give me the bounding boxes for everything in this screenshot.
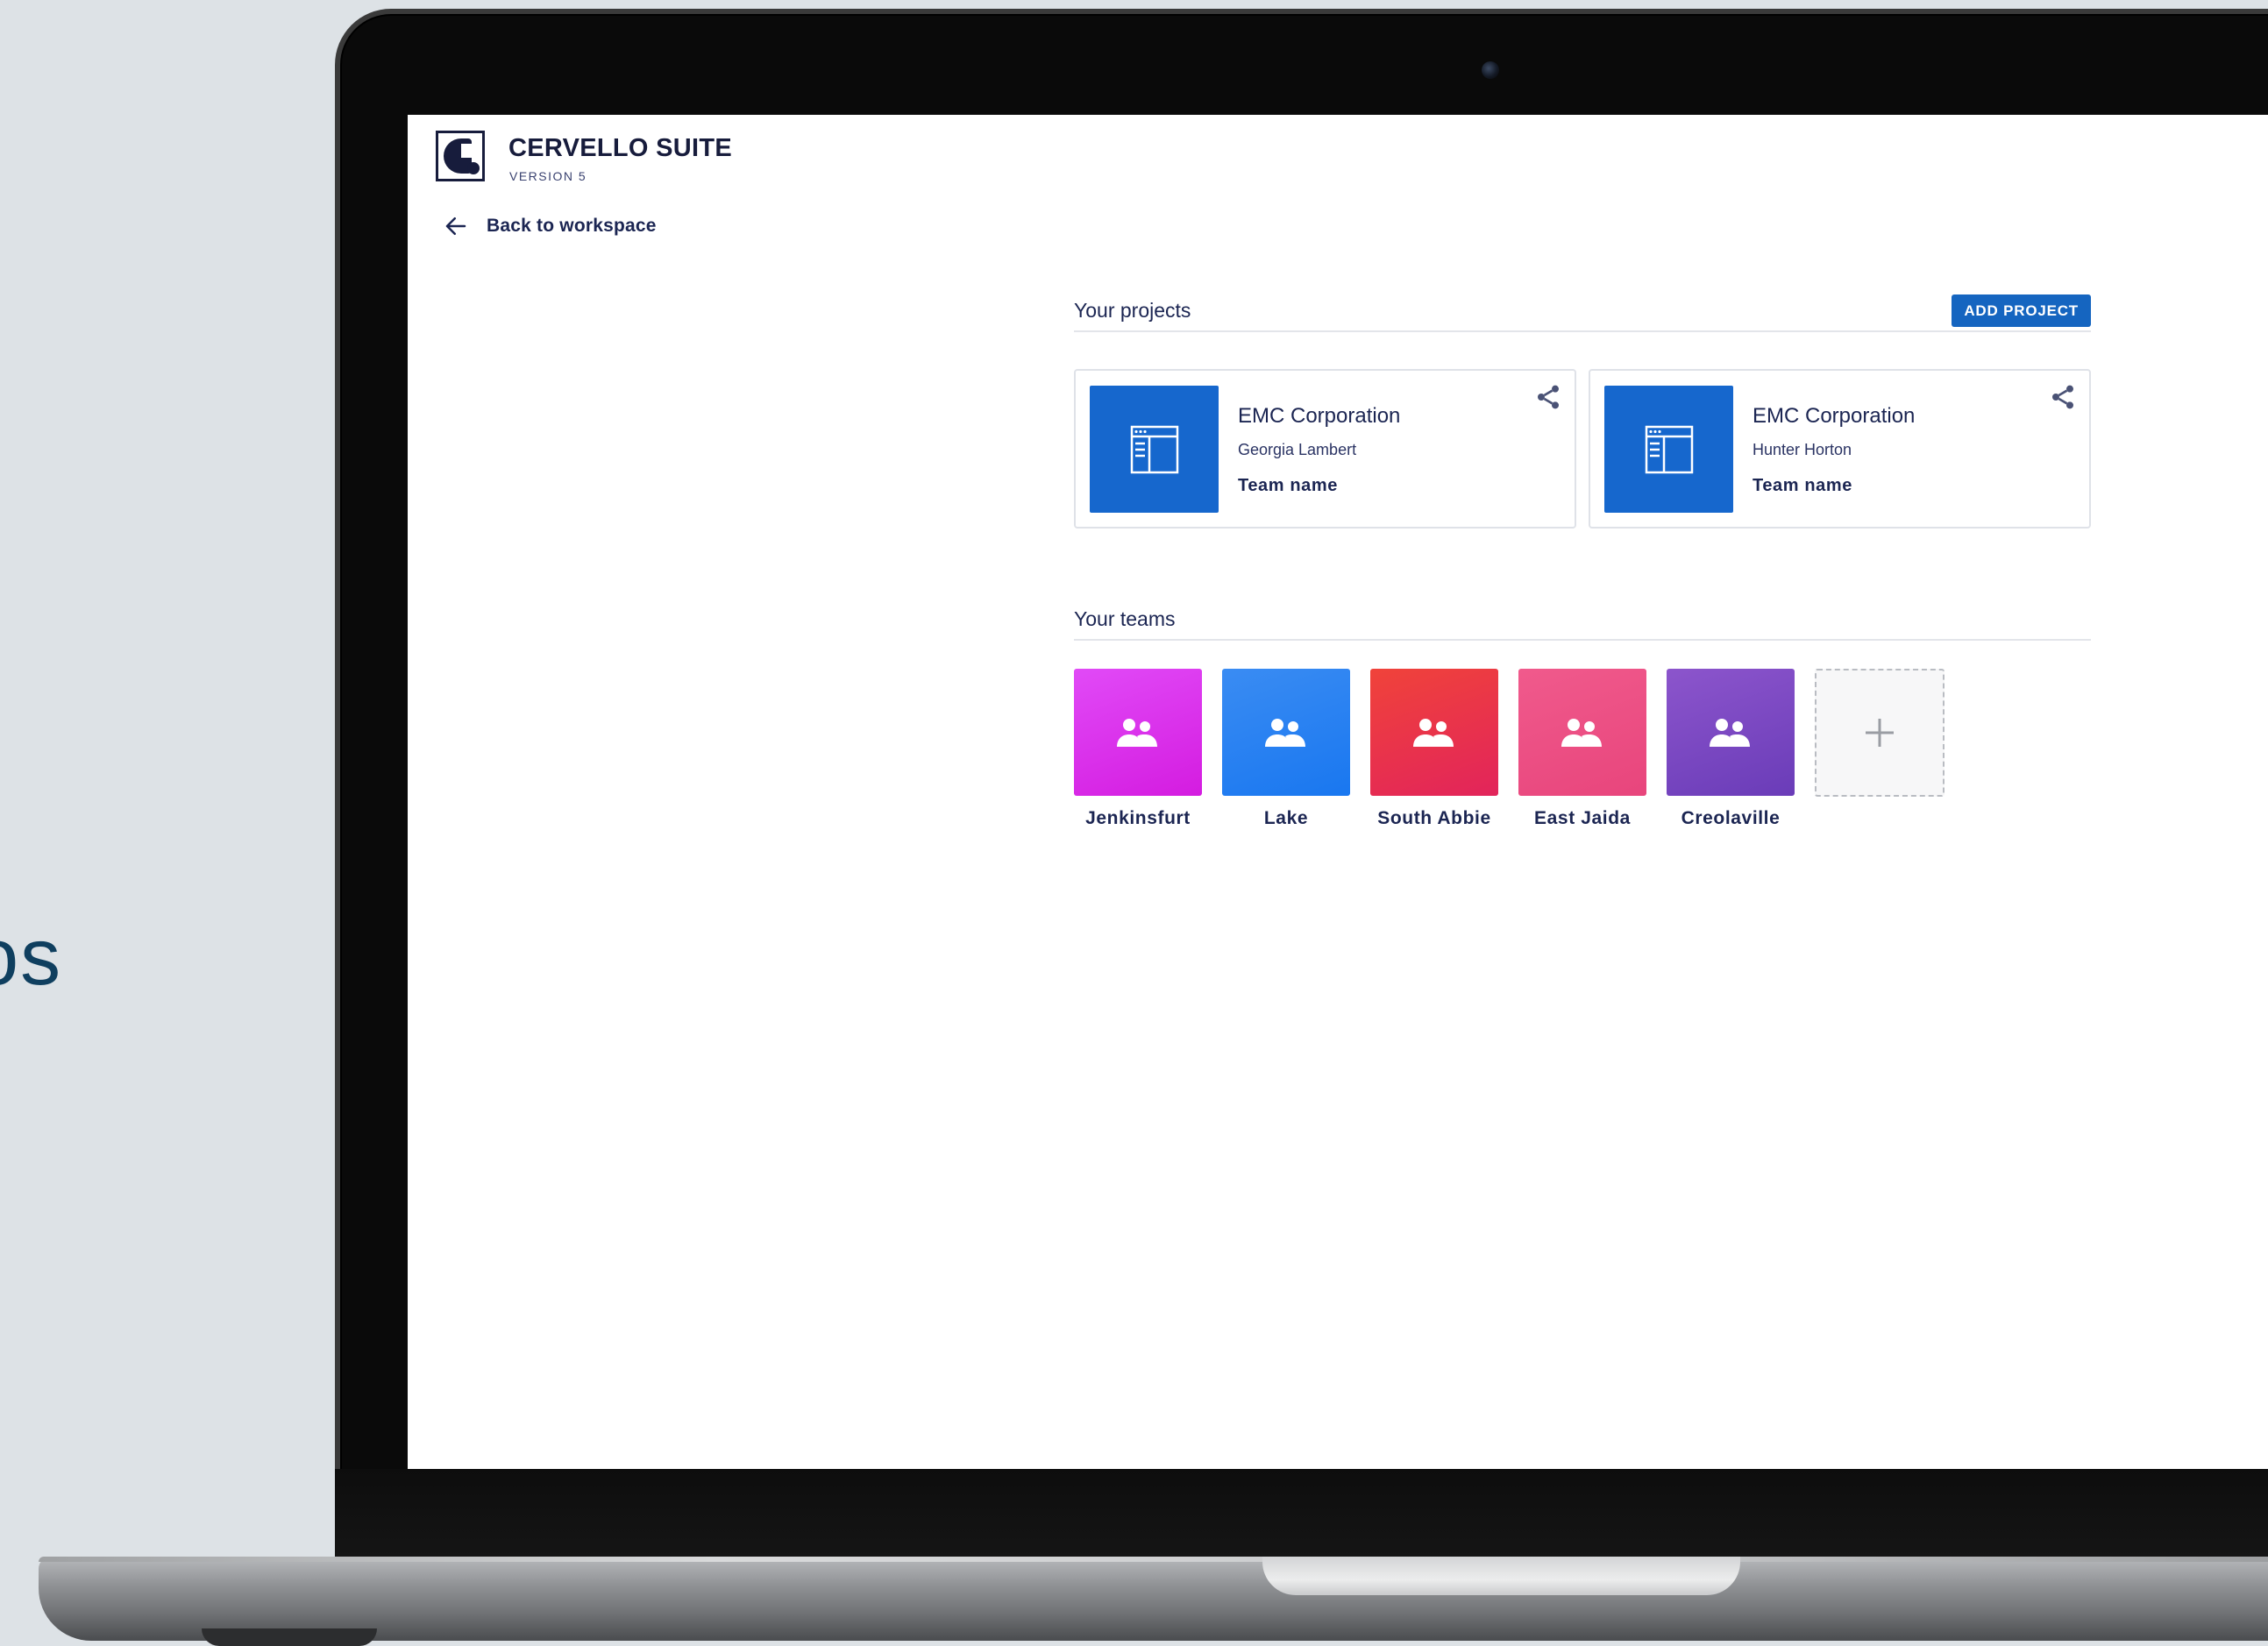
team-tile bbox=[1074, 669, 1202, 796]
team-name: South Abbie bbox=[1377, 808, 1491, 828]
arrow-left-icon bbox=[445, 217, 466, 235]
team-list: Jenkinsfurt Lake South Abbie East Jaida … bbox=[1074, 669, 2091, 829]
project-card[interactable]: EMC Corporation Georgia Lambert Team nam… bbox=[1074, 369, 1576, 529]
share-button[interactable] bbox=[1534, 383, 1562, 411]
main-content: Your projects ADD PROJECT EMC Corporatio… bbox=[1074, 290, 2091, 829]
app-screen: CERVELLO SUITE VERSION 5 Back to workspa… bbox=[408, 115, 2268, 1469]
laptop-bezel bbox=[335, 1469, 2268, 1557]
team-item[interactable]: East Jaida bbox=[1518, 669, 1646, 829]
teams-header: Your teams bbox=[1074, 599, 2091, 641]
layout-window-icon bbox=[1130, 425, 1178, 473]
team-name: East Jaida bbox=[1534, 808, 1631, 828]
team-item[interactable]: Lake bbox=[1222, 669, 1350, 829]
app-version: VERSION 5 bbox=[509, 169, 587, 183]
project-owner: Georgia Lambert bbox=[1238, 441, 1357, 458]
people-icon bbox=[1710, 718, 1750, 747]
add-team-button[interactable] bbox=[1815, 669, 1945, 797]
camera-icon bbox=[1482, 61, 1499, 79]
project-name: EMC Corporation bbox=[1753, 404, 1916, 428]
team-item[interactable]: Jenkinsfurt bbox=[1074, 669, 1202, 829]
team-item[interactable]: Creolaville bbox=[1667, 669, 1795, 829]
people-icon bbox=[1265, 718, 1305, 747]
project-name: EMC Corporation bbox=[1238, 404, 1401, 428]
team-item[interactable]: South Abbie bbox=[1370, 669, 1498, 829]
plus-icon bbox=[1866, 719, 1894, 747]
laptop-foot bbox=[202, 1628, 377, 1646]
project-card[interactable]: EMC Corporation Hunter Horton Team name bbox=[1589, 369, 2091, 529]
team-name: Lake bbox=[1263, 808, 1309, 828]
layout-window-icon bbox=[1645, 425, 1693, 473]
project-team: Team name bbox=[1753, 476, 1852, 495]
back-to-workspace-link[interactable]: Back to workspace bbox=[443, 213, 657, 239]
project-thumbnail bbox=[1090, 386, 1219, 513]
team-tile bbox=[1222, 669, 1350, 796]
projects-section-title: Your projects bbox=[1074, 299, 1191, 322]
back-link-label: Back to workspace bbox=[487, 216, 657, 236]
team-tile bbox=[1667, 669, 1795, 796]
laptop-notch bbox=[1262, 1557, 1740, 1595]
share-button[interactable] bbox=[2049, 383, 2077, 411]
team-tile bbox=[1370, 669, 1498, 796]
backdrop-text: os bbox=[0, 912, 63, 1002]
laptop-base-edge bbox=[39, 1557, 2268, 1562]
add-project-button[interactable]: ADD PROJECT bbox=[1952, 294, 2091, 327]
share-icon bbox=[1538, 385, 1559, 409]
share-icon bbox=[2052, 385, 2073, 409]
team-tile bbox=[1518, 669, 1646, 796]
project-team: Team name bbox=[1238, 476, 1338, 495]
people-icon bbox=[1561, 718, 1602, 747]
projects-header: Your projects ADD PROJECT bbox=[1074, 290, 2091, 332]
people-icon bbox=[1117, 718, 1157, 747]
teams-section-title: Your teams bbox=[1074, 607, 1176, 630]
app-title: CERVELLO SUITE bbox=[508, 134, 733, 162]
project-list: EMC Corporation Georgia Lambert Team nam… bbox=[1074, 369, 2091, 529]
team-name: Jenkinsfurt bbox=[1085, 808, 1191, 828]
project-owner: Hunter Horton bbox=[1753, 441, 1852, 458]
people-icon bbox=[1413, 718, 1454, 747]
cervello-logo-icon[interactable] bbox=[436, 131, 485, 181]
project-thumbnail bbox=[1604, 386, 1733, 513]
team-name: Creolaville bbox=[1681, 808, 1781, 828]
